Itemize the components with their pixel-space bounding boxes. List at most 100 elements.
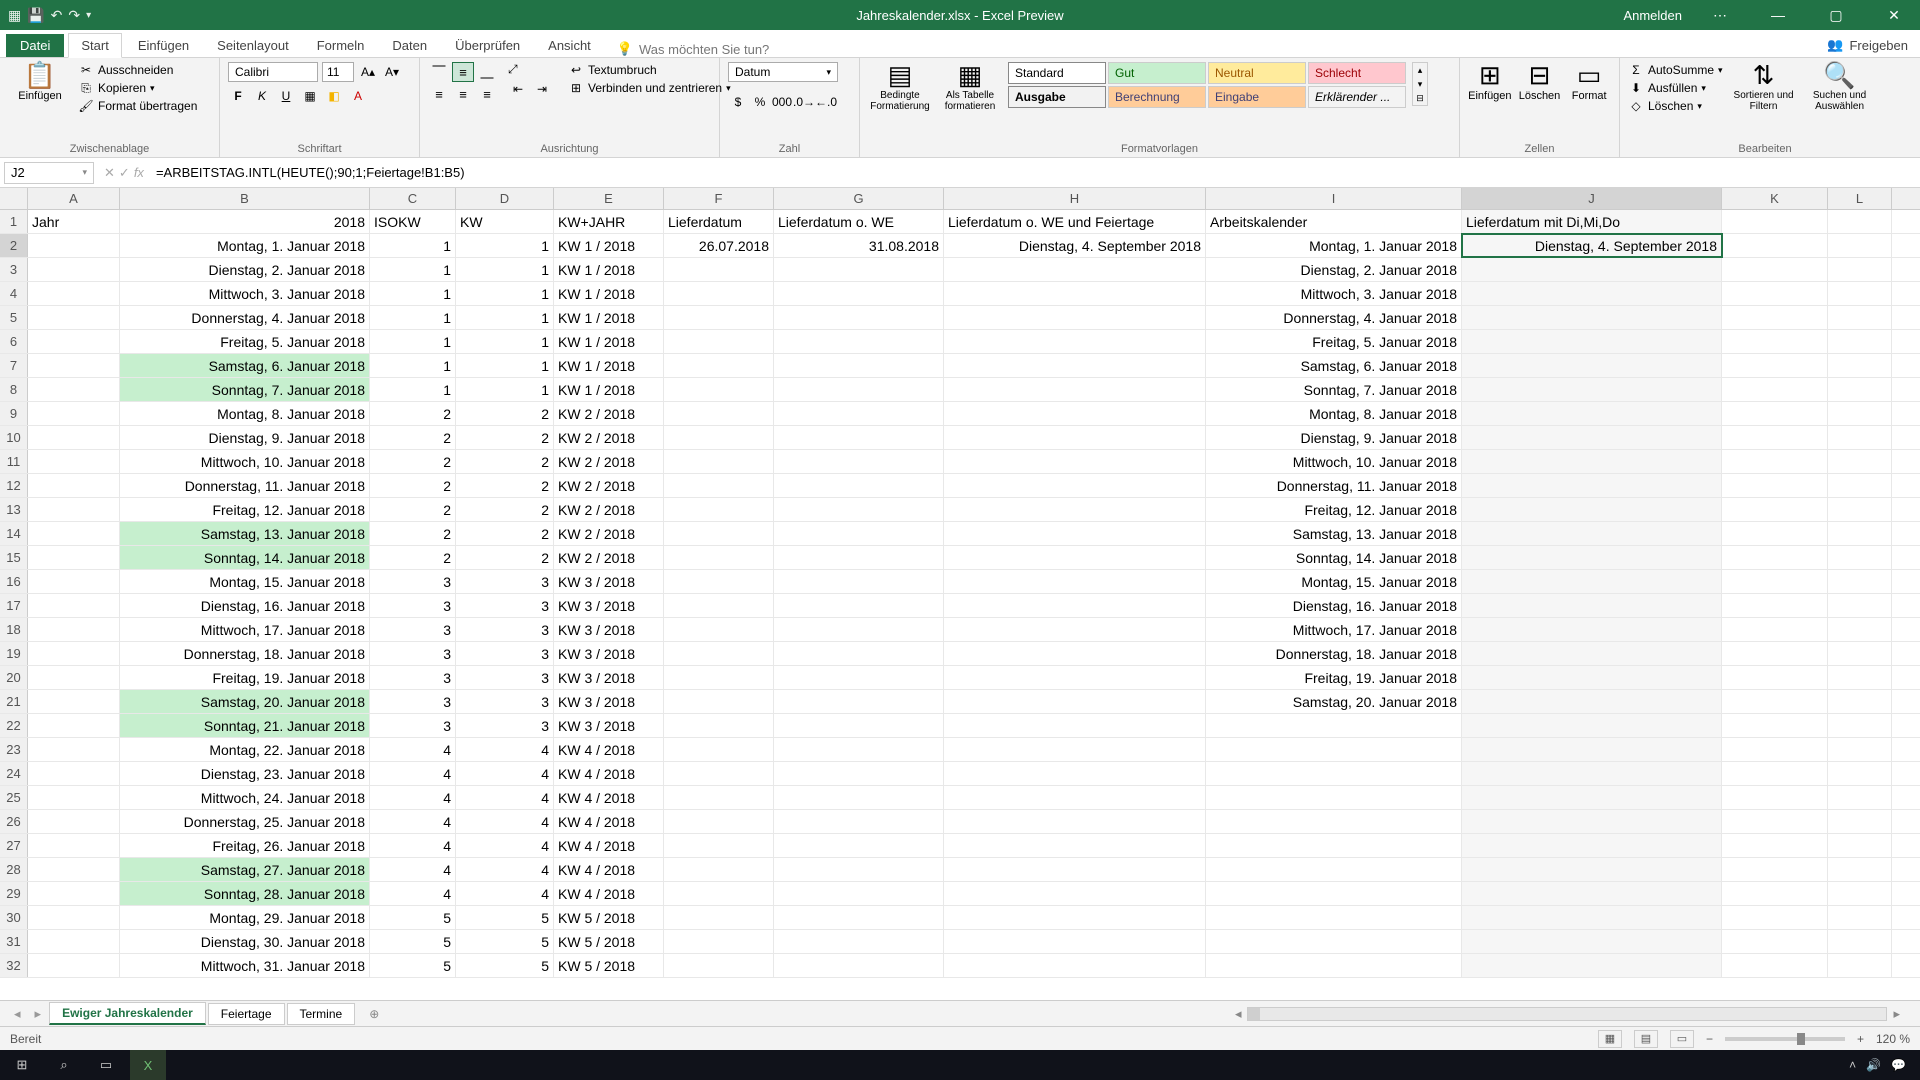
cell-L21[interactable] [1828,690,1892,713]
cell-C19[interactable]: 3 [370,642,456,665]
cell-G17[interactable] [774,594,944,617]
cell-F29[interactable] [664,882,774,905]
cell-D22[interactable]: 3 [456,714,554,737]
row-header-10[interactable]: 10 [0,426,28,449]
cell-F30[interactable] [664,906,774,929]
align-middle-icon[interactable]: ≡ [452,62,474,82]
cell-E29[interactable]: KW 4 / 2018 [554,882,664,905]
cell-D2[interactable]: 1 [456,234,554,257]
cell-C13[interactable]: 2 [370,498,456,521]
cell-I28[interactable] [1206,858,1462,881]
col-header-K[interactable]: K [1722,188,1828,209]
col-header-G[interactable]: G [774,188,944,209]
cell-E2[interactable]: KW 1 / 2018 [554,234,664,257]
cell-K17[interactable] [1722,594,1828,617]
row-header-18[interactable]: 18 [0,618,28,641]
sort-filter-button[interactable]: ⇅Sortieren und Filtern [1729,62,1799,112]
cell-E6[interactable]: KW 1 / 2018 [554,330,664,353]
cell-D3[interactable]: 1 [456,258,554,281]
cell-F18[interactable] [664,618,774,641]
cell-K30[interactable] [1722,906,1828,929]
taskbar-explorer-icon[interactable]: ▭ [88,1050,124,1080]
cell-B26[interactable]: Donnerstag, 25. Januar 2018 [120,810,370,833]
cell-A31[interactable] [28,930,120,953]
cell-B18[interactable]: Mittwoch, 17. Januar 2018 [120,618,370,641]
row-header-12[interactable]: 12 [0,474,28,497]
row-header-8[interactable]: 8 [0,378,28,401]
cell-G6[interactable] [774,330,944,353]
border-button[interactable]: ▦ [300,86,320,106]
cell-D20[interactable]: 3 [456,666,554,689]
font-name-combo[interactable]: Calibri [228,62,318,82]
cell-F1[interactable]: Lieferdatum [664,210,774,233]
cell-D5[interactable]: 1 [456,306,554,329]
cell-D29[interactable]: 4 [456,882,554,905]
cell-B8[interactable]: Sonntag, 7. Januar 2018 [120,378,370,401]
cell-D4[interactable]: 1 [456,282,554,305]
zoom-level[interactable]: 120 % [1876,1032,1910,1046]
cell-D25[interactable]: 4 [456,786,554,809]
tray-notification-icon[interactable]: 💬 [1891,1058,1906,1072]
cell-L9[interactable] [1828,402,1892,425]
cell-E32[interactable]: KW 5 / 2018 [554,954,664,977]
cell-K4[interactable] [1722,282,1828,305]
cell-B27[interactable]: Freitag, 26. Januar 2018 [120,834,370,857]
cell-C12[interactable]: 2 [370,474,456,497]
col-header-J[interactable]: J [1462,188,1722,209]
format-painter-button[interactable]: 🖌Format übertragen [78,98,197,114]
row-header-9[interactable]: 9 [0,402,28,425]
cell-D13[interactable]: 2 [456,498,554,521]
cell-A19[interactable] [28,642,120,665]
cell-C27[interactable]: 4 [370,834,456,857]
font-size-combo[interactable]: 11 [322,62,354,82]
row-header-19[interactable]: 19 [0,642,28,665]
cell-I18[interactable]: Mittwoch, 17. Januar 2018 [1206,618,1462,641]
cell-B23[interactable]: Montag, 22. Januar 2018 [120,738,370,761]
col-header-E[interactable]: E [554,188,664,209]
cell-C9[interactable]: 2 [370,402,456,425]
copy-button[interactable]: ⎘Kopieren▾ [78,80,197,96]
cell-D32[interactable]: 5 [456,954,554,977]
increase-decimal-icon[interactable]: .0→ [794,92,814,112]
fx-icon[interactable]: fx [134,165,144,181]
cell-H25[interactable] [944,786,1206,809]
delete-cells-button[interactable]: ⊟Löschen [1518,62,1562,102]
insert-cells-button[interactable]: ⊞Einfügen [1468,62,1512,102]
row-header-7[interactable]: 7 [0,354,28,377]
cell-G19[interactable] [774,642,944,665]
cell-C31[interactable]: 5 [370,930,456,953]
cell-A20[interactable] [28,666,120,689]
cell-B1[interactable]: 2018 [120,210,370,233]
cell-F22[interactable] [664,714,774,737]
tab-ansicht[interactable]: Ansicht [536,34,603,57]
cell-K23[interactable] [1722,738,1828,761]
row-header-15[interactable]: 15 [0,546,28,569]
cell-L32[interactable] [1828,954,1892,977]
cell-K22[interactable] [1722,714,1828,737]
style-eingabe[interactable]: Eingabe [1208,86,1306,108]
cell-E12[interactable]: KW 2 / 2018 [554,474,664,497]
cell-D30[interactable]: 5 [456,906,554,929]
cell-H26[interactable] [944,810,1206,833]
cell-J19[interactable] [1462,642,1722,665]
cell-C11[interactable]: 2 [370,450,456,473]
add-sheet-button[interactable]: ⊕ [357,1004,391,1024]
col-header-D[interactable]: D [456,188,554,209]
close-icon[interactable]: ✕ [1874,7,1914,24]
tab-start[interactable]: Start [68,33,121,58]
cell-J23[interactable] [1462,738,1722,761]
cell-F10[interactable] [664,426,774,449]
col-header-L[interactable]: L [1828,188,1892,209]
col-header-H[interactable]: H [944,188,1206,209]
cell-C7[interactable]: 1 [370,354,456,377]
cell-K13[interactable] [1722,498,1828,521]
cell-H22[interactable] [944,714,1206,737]
cell-F27[interactable] [664,834,774,857]
tab-file[interactable]: Datei [6,34,64,57]
find-select-button[interactable]: 🔍Suchen und Auswählen [1805,62,1875,112]
cell-B11[interactable]: Mittwoch, 10. Januar 2018 [120,450,370,473]
cell-A13[interactable] [28,498,120,521]
cell-K25[interactable] [1722,786,1828,809]
row-header-27[interactable]: 27 [0,834,28,857]
cell-K2[interactable] [1722,234,1828,257]
